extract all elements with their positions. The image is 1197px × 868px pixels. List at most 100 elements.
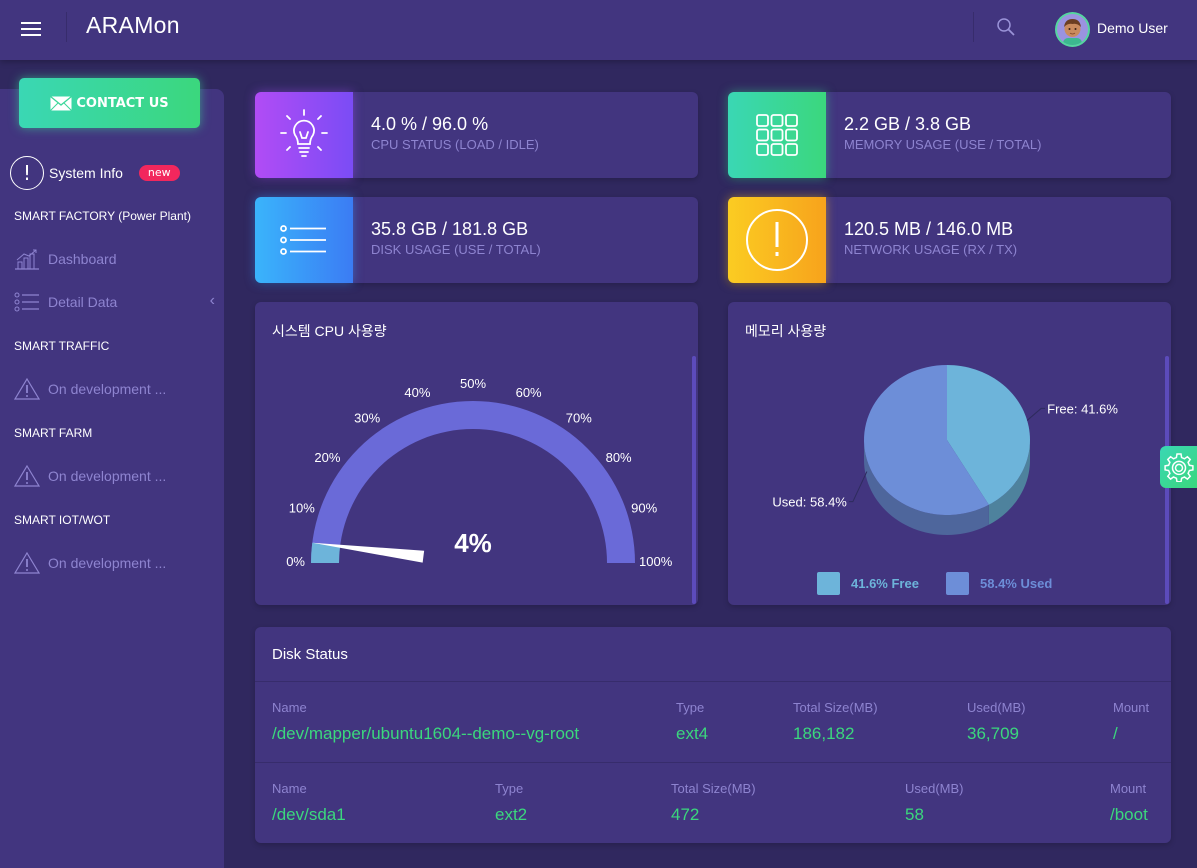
memory-pie-chart: Free: 41.6% Used: 58.4% 41.6% Free 58.4% Us… [772,365,1118,595]
chevron-left-icon[interactable]: ‹ [210,292,215,310]
chart-icon [15,249,39,270]
hamburger-icon[interactable] [21,21,41,37]
disk-used: 36,709 [967,724,1019,743]
gauge-tick-label: 90% [631,500,657,515]
cpu-status-value: 4.0 % / 96.0 % [371,114,489,134]
disk-usage-label: DISK USAGE (USE / TOTAL) [371,242,541,257]
pie-label-connector [848,471,868,503]
gauge-tick-label: 60% [516,385,542,400]
disk-total-size: 472 [671,805,700,824]
disk-name: /dev/sda1 [272,805,346,824]
dev-label: On development ... [48,555,167,571]
column-header: Used(MB) [905,781,964,796]
disk-usage-card: 35.8 GB / 181.8 GB DISK USAGE (USE / TOT… [255,197,698,283]
warning-icon [14,552,40,574]
user-avatar[interactable] [1055,12,1090,47]
section-title-smart-factory: SMART FACTORY (Power Plant) [14,209,191,223]
scrollbar[interactable] [692,356,696,604]
column-header: Total Size(MB) [671,781,756,796]
divider [255,681,1171,682]
column-header: Type [495,781,524,796]
list-icon [14,292,39,312]
app-title[interactable]: ARAMon [86,12,180,39]
gauge-tick-label: 50% [460,376,486,391]
dashboard-label: Dashboard [48,251,117,267]
alert-circle-icon [728,197,826,283]
network-usage-value: 120.5 MB / 146.0 MB [844,219,1014,239]
section-title-smart-farm: SMART FARM [14,426,93,440]
cpu-status-label: CPU STATUS (LOAD / IDLE) [371,137,539,152]
cpu-usage-panel: 시스템 CPU 사용량 0% 10% 20% 30% 40% 50% 60% 70% 80% 90… [255,302,698,605]
column-header: Used(MB) [967,700,1026,715]
dev-label: On development ... [48,468,167,484]
system-info-label: System Info [49,165,123,181]
column-header: Type [676,700,705,715]
column-header: Name [272,700,307,715]
warning-icon [14,378,40,400]
dev-label: On development ... [48,381,167,397]
pie-label-used: Used: 58.4% [772,495,847,510]
memory-usage-card: 2.2 GB / 3.8 GB MEMORY USAGE (USE / TOTA… [728,92,1171,178]
memory-usage-panel: 메모리 사용량 Free: 41.6% Used: 58.4% 41.6% Free… [728,302,1171,605]
contact-us-label: CONTACT US [76,95,169,111]
network-usage-label: NETWORK USAGE (RX / TX) [844,242,1018,257]
sidebar-item-detail-data[interactable]: Detail Data ‹ [14,291,219,313]
legend-swatch-used[interactable] [946,572,969,595]
divider [973,12,974,42]
settings-button[interactable] [1160,446,1197,488]
column-header: Total Size(MB) [793,700,878,715]
gauge-tick-label: 10% [289,500,315,515]
lightbulb-icon [255,92,353,178]
section-title-smart-iot: SMART IOT/WOT [14,513,111,527]
cpu-gauge-chart: 0% 10% 20% 30% 40% 50% 60% 70% 80% 90% 100% 4% [286,376,673,569]
disk-type: ext4 [676,724,709,743]
network-usage-card: 120.5 MB / 146.0 MB NETWORK USAGE (RX / … [728,197,1171,283]
gauge-value-label: 4% [454,528,492,558]
disk-usage-value: 35.8 GB / 181.8 GB [371,219,529,239]
disk-total-size: 186,182 [793,724,855,743]
search-icon[interactable] [996,17,1016,37]
sidebar-item-dashboard[interactable]: Dashboard [14,248,219,270]
gauge-tick-label: 0% [286,554,305,569]
divider [255,762,1171,763]
pie-label-connector [1026,407,1046,421]
warning-icon [14,465,40,487]
contact-us-button[interactable]: CONTACT US [19,78,200,128]
legend-label-free[interactable]: 41.6% Free [851,576,919,591]
gauge-tick-label: 70% [566,410,592,425]
legend-swatch-free[interactable] [817,572,840,595]
user-name[interactable]: Demo User [1097,20,1168,36]
top-bar: ARAMon Demo User [0,0,1197,60]
disk-name: /dev/mapper/ubuntu1604--demo--vg-root [272,724,580,743]
column-header: Name [272,781,307,796]
sidebar-item-iot-dev[interactable]: On development ... [14,552,219,574]
cpu-status-card: 4.0 % / 96.0 % CPU STATUS (LOAD / IDLE) [255,92,698,178]
divider [66,12,67,42]
pie-label-free: Free: 41.6% [1047,401,1118,416]
sidebar-item-farm-dev[interactable]: On development ... [14,465,219,487]
column-header: Mount [1110,781,1147,796]
new-badge: new [138,165,180,181]
gear-icon [1163,453,1194,482]
disk-type: ext2 [495,805,528,824]
gauge-tick-label: 80% [606,450,632,465]
memory-usage-label: MEMORY USAGE (USE / TOTAL) [844,137,1042,152]
disk-mount: / [1113,724,1118,743]
gauge-tick-label: 100% [639,554,673,569]
envelope-icon [50,95,73,111]
legend-label-used[interactable]: 58.4% Used [980,576,1052,591]
disk-status-title: Disk Status [272,646,348,663]
list-icon [255,197,353,283]
memory-usage-value: 2.2 GB / 3.8 GB [844,114,972,134]
system-info-link[interactable]: ! System Info new [10,156,180,190]
info-circle-icon: ! [10,156,44,190]
detail-data-label: Detail Data [48,294,118,310]
disk-status-panel: Disk Status Name /dev/mapper/ubuntu1604-… [255,627,1171,843]
gauge-tick-label: 30% [354,410,380,425]
gauge-tick-label: 20% [314,450,340,465]
disk-mount: /boot [1110,805,1148,824]
column-header: Mount [1113,700,1150,715]
disk-used: 58 [905,805,924,824]
gauge-tick-label: 40% [404,385,430,400]
sidebar-item-traffic-dev[interactable]: On development ... [14,378,219,400]
